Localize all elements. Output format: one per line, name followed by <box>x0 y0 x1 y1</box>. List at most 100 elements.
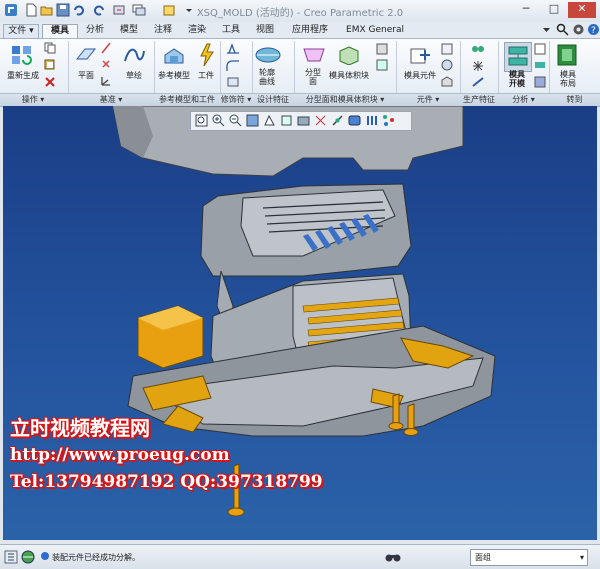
component-create-icon[interactable] <box>441 43 453 58</box>
repaint-icon[interactable] <box>246 114 259 127</box>
explode-icon[interactable] <box>382 114 395 127</box>
parting-surface-label-1: 分型 <box>305 68 321 77</box>
runner-icon[interactable] <box>471 76 485 91</box>
axis-icon[interactable] <box>100 42 112 57</box>
maximize-icon[interactable]: □ <box>540 2 568 18</box>
view-toolbar <box>190 111 412 131</box>
silhouette-curve-label-2: 曲线 <box>259 77 275 86</box>
group-production[interactable]: 生产特征 ▾ <box>460 94 498 116</box>
spin-center-icon[interactable] <box>331 114 344 127</box>
volume-merge-icon[interactable] <box>376 59 388 74</box>
group-modifiers[interactable]: 修饰符 ▾ <box>220 94 252 106</box>
tab-tools[interactable]: 工具 <box>216 24 246 37</box>
group-reference-model: 参考模型和工件 <box>159 95 215 104</box>
regenerate-large-icon[interactable] <box>10 44 34 69</box>
datum-display-icon[interactable] <box>314 114 327 127</box>
thickness-icon[interactable] <box>534 59 546 74</box>
watermark-contact: Tel:13794987192 QQ:397318799 <box>10 472 323 492</box>
group-components[interactable]: 元件 ▾ <box>396 94 460 106</box>
draft-icon[interactable] <box>226 43 240 58</box>
mold-layout-button[interactable]: 模具 布局 <box>551 70 585 88</box>
chevron-down-icon: ▾ <box>579 553 584 562</box>
mold-component-button[interactable]: 模具元件 <box>398 71 442 80</box>
tab-render[interactable]: 渲染 <box>182 24 212 37</box>
regenerate-button[interactable]: 重新生成 <box>2 71 44 80</box>
minimize-icon[interactable]: ─ <box>512 2 540 18</box>
layers-icon[interactable] <box>365 114 378 127</box>
ribbon-tab-row: 文件 ▾ 模具 分析 模型 注释 渲染 工具 视图 应用程序 EMX Gener… <box>0 22 600 39</box>
zoom-out-icon[interactable] <box>229 114 242 127</box>
copy-icon[interactable] <box>44 42 56 57</box>
mold-layout-icon[interactable] <box>556 43 578 70</box>
browser-toggle-icon[interactable] <box>21 550 35 567</box>
reorient-icon[interactable] <box>263 114 276 127</box>
ejector-pin-icon[interactable] <box>471 43 485 58</box>
silhouette-curve-icon[interactable] <box>255 45 281 68</box>
plane-button[interactable]: 平面 <box>70 71 102 80</box>
mold-volume-button[interactable]: 模具体积块 <box>326 71 372 80</box>
component-mold-icon[interactable] <box>441 76 453 91</box>
tab-emx-general[interactable]: EMX General <box>340 24 410 37</box>
plane-icon[interactable] <box>75 45 97 70</box>
watermark-title: 立时视频教程网 <box>10 416 150 440</box>
group-analysis[interactable]: 分析 ▾ <box>498 94 549 106</box>
silhouette-curve-button[interactable]: 轮廓 曲线 <box>250 68 284 86</box>
volume-split-icon[interactable] <box>376 43 388 58</box>
sketch-icon[interactable] <box>123 45 145 70</box>
model-tree-toggle-icon[interactable] <box>4 550 18 567</box>
mold-open-button[interactable]: 模具 开模 <box>500 70 534 88</box>
tab-applications[interactable]: 应用程序 <box>284 24 336 37</box>
parting-surface-button[interactable]: 分型面 <box>298 68 328 86</box>
component-cast-icon[interactable] <box>441 59 453 74</box>
group-operations[interactable]: 操作 ▾ <box>0 94 66 106</box>
reference-model-icon[interactable] <box>163 45 185 70</box>
refit-icon[interactable] <box>195 114 208 127</box>
workpiece-button[interactable]: 工件 <box>190 71 222 80</box>
tab-mold[interactable]: 模具 <box>42 24 78 38</box>
find-icon[interactable] <box>385 550 401 567</box>
check-icon[interactable] <box>534 43 546 58</box>
search-icon[interactable] <box>556 23 569 36</box>
mold-layout-label-2: 布局 <box>560 79 576 88</box>
tab-file[interactable]: 文件 ▾ <box>3 24 39 39</box>
saved-views-icon[interactable] <box>280 114 293 127</box>
mold-open-icon[interactable] <box>504 42 532 72</box>
zoom-in-icon[interactable] <box>212 114 225 127</box>
tab-analysis[interactable]: 分析 <box>80 24 110 37</box>
help-icon[interactable]: ? <box>587 23 600 36</box>
selection-filter-dropdown[interactable]: 面组 ▾ <box>470 549 588 566</box>
point-icon[interactable] <box>100 58 112 73</box>
title-bar: XSQ_MOLD (活动的) - Creo Parametric 2.0 ─ □… <box>0 0 600 23</box>
group-datum[interactable]: 基准 ▾ <box>68 94 154 106</box>
tab-annotate[interactable]: 注释 <box>148 24 178 37</box>
annotation-icon[interactable] <box>348 114 361 127</box>
waterline-icon[interactable] <box>471 60 485 75</box>
status-bar: 装配元件已经成功分解。 面组 ▾ <box>0 544 600 569</box>
sketch-button[interactable]: 草绘 <box>118 71 150 80</box>
silhouette-curve-label-1: 轮廓 <box>259 68 275 77</box>
reference-model-button[interactable]: 参考模型 <box>154 71 194 80</box>
mold-open-label-1: 模具 <box>509 70 525 79</box>
close-icon[interactable]: ✕ <box>568 2 596 18</box>
tab-view[interactable]: 视图 <box>250 24 280 37</box>
minimize-ribbon-icon[interactable] <box>540 23 553 36</box>
window-title: XSQ_MOLD (活动的) - Creo Parametric 2.0 <box>196 8 404 19</box>
delete-icon[interactable] <box>44 76 56 91</box>
display-style-icon[interactable] <box>297 114 310 127</box>
mold-component-icon[interactable] <box>408 45 432 70</box>
settings-icon[interactable] <box>572 23 585 36</box>
group-parting-volumes[interactable]: 分型面和模具体积块 ▾ <box>294 94 396 106</box>
csys-icon[interactable] <box>100 75 112 90</box>
tab-model[interactable]: 模型 <box>114 24 144 37</box>
workpiece-icon[interactable] <box>197 43 217 70</box>
shrink-icon[interactable] <box>226 76 240 91</box>
round-icon[interactable] <box>226 60 240 75</box>
svg-text:?: ? <box>591 26 596 36</box>
paste-icon[interactable] <box>44 58 56 73</box>
status-message: 装配元件已经成功分解。 <box>52 553 140 562</box>
projected-area-icon[interactable] <box>534 76 546 91</box>
status-info-icon <box>40 551 50 564</box>
parting-surface-icon[interactable] <box>302 45 326 68</box>
mold-volume-icon[interactable] <box>338 45 360 68</box>
group-goto: 转到 <box>566 95 583 104</box>
